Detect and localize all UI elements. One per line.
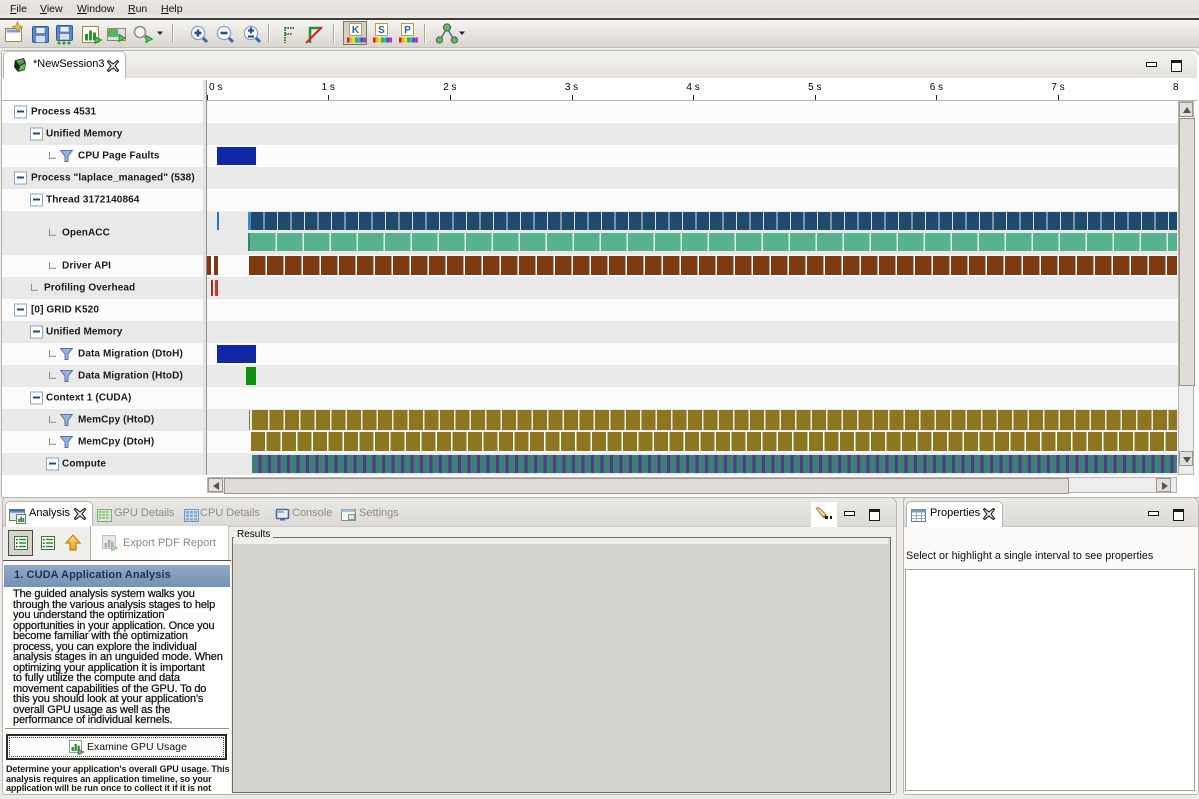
svg-text:P: P [404,25,411,36]
svg-text:K: K [352,25,360,36]
svg-text:S: S [378,25,385,36]
